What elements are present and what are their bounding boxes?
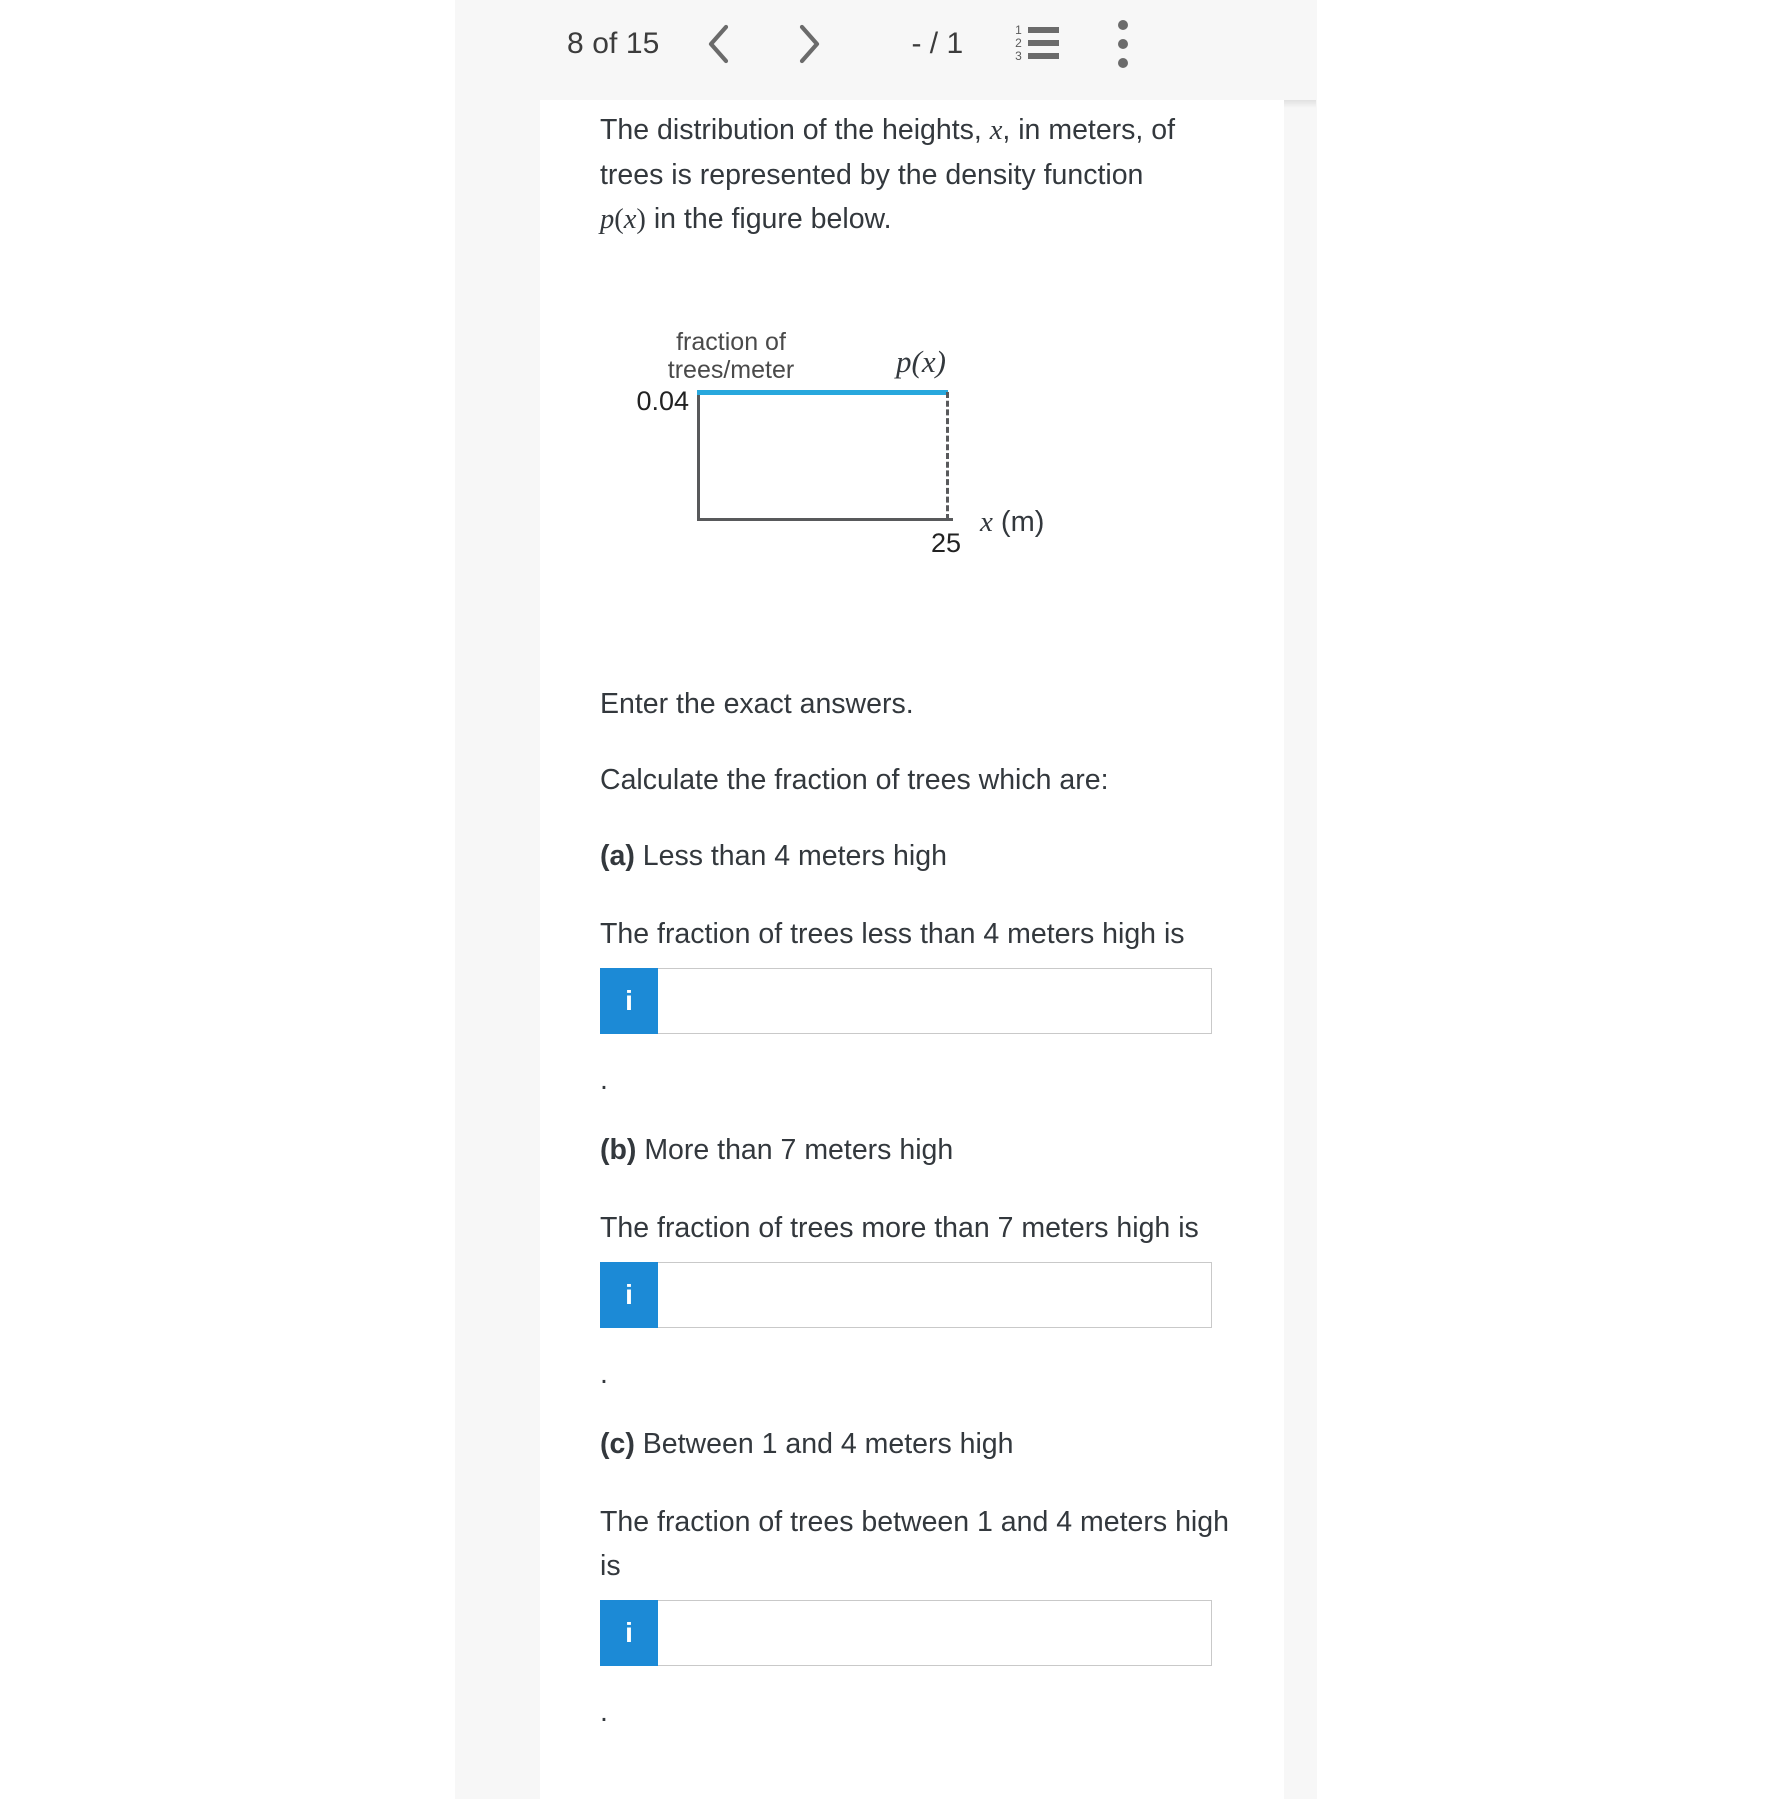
part-a-info-button[interactable]: i <box>600 968 658 1034</box>
score-display: - / 1 <box>911 27 964 60</box>
statement-line-1: The distribution of the heights, x, in m… <box>600 108 1240 153</box>
part-a-answer-row: i <box>600 968 1212 1034</box>
x-axis-tick-label: 25 <box>930 528 962 558</box>
y-axis-tick-label: 0.04 <box>636 386 689 416</box>
part-b: (b) More than 7 meters high The fraction… <box>600 1128 1240 1394</box>
y-axis-line <box>697 390 700 520</box>
part-c-label: (c) <box>600 1428 635 1460</box>
curve-label-paren-open: ( <box>911 344 922 379</box>
variable-x: x <box>989 115 1003 146</box>
variable-x: x <box>623 204 637 235</box>
curve-label-paren-close: ) <box>935 344 946 379</box>
navigation-controls <box>691 16 837 72</box>
numbered-list-digit: 2 <box>1015 36 1022 50</box>
density-function-figure: fraction of trees/meter p(x) 0.04 25 x (… <box>606 328 1066 598</box>
part-a-prompt: The fraction of trees less than 4 meters… <box>600 918 1185 950</box>
paren-close: ) <box>636 204 646 235</box>
part-b-prompt: The fraction of trees more than 7 meters… <box>600 1212 1199 1244</box>
numbered-list-digit: 1 <box>1015 23 1022 37</box>
statement-line-2: trees is represented by the density func… <box>600 159 1144 191</box>
question-list-button[interactable]: 1 2 3 <box>1011 18 1063 70</box>
part-b-title: (b) More than 7 meters high <box>600 1128 1240 1172</box>
y-axis-label: fraction of trees/meter <box>636 328 826 384</box>
curve-label-fn: p <box>896 344 912 379</box>
chevron-left-icon <box>709 24 729 64</box>
more-options-icon <box>1118 20 1129 68</box>
paren-open: ( <box>614 204 624 235</box>
x-axis-unit: (m) <box>992 506 1045 538</box>
part-b-answer-row: i <box>600 1262 1212 1328</box>
statement-line-3: p(x) in the figure below. <box>600 197 1240 242</box>
part-c-title-text: Between 1 and 4 meters high <box>642 1428 1014 1460</box>
previous-question-button[interactable] <box>691 16 747 72</box>
part-b-info-button[interactable]: i <box>600 1262 658 1328</box>
statement-text: The distribution of the heights, <box>600 114 990 146</box>
more-options-button[interactable] <box>1097 18 1149 70</box>
part-a-title: (a) Less than 4 meters high <box>600 834 1240 878</box>
part-a-label: (a) <box>600 840 635 872</box>
page-counter: 8 of 15 <box>567 27 660 60</box>
part-a-answer-input[interactable] <box>658 968 1212 1034</box>
x-axis-variable: x <box>980 506 993 538</box>
density-curve <box>697 390 948 395</box>
dashed-drop-line <box>946 392 949 520</box>
question-statement: The distribution of the heights, x, in m… <box>600 108 1240 242</box>
calculate-instruction: Calculate the fraction of trees which ar… <box>600 764 1109 796</box>
part-c-info-button[interactable]: i <box>600 1600 658 1666</box>
part-b-label: (b) <box>600 1134 637 1166</box>
x-axis-label: x (m) <box>980 506 1044 539</box>
curve-label-var: x <box>921 344 936 379</box>
part-b-answer-input[interactable] <box>658 1262 1212 1328</box>
statement-text: , in meters, of <box>1002 114 1176 146</box>
y-axis-label-line1: fraction of <box>676 328 786 356</box>
part-c-answer-input[interactable] <box>658 1600 1212 1666</box>
part-b-trailing-period: . <box>600 1358 608 1390</box>
numbered-list-bar <box>1028 27 1060 33</box>
numbered-list-digit: 3 <box>1015 49 1022 63</box>
part-a: (a) Less than 4 meters high The fraction… <box>600 834 1240 1100</box>
part-c: (c) Between 1 and 4 meters high The frac… <box>600 1422 1240 1732</box>
question-content: The distribution of the heights, x, in m… <box>600 108 1240 1732</box>
part-b-title-text: More than 7 meters high <box>644 1134 954 1166</box>
numbered-list-icon: 1 2 3 <box>1015 23 1060 63</box>
x-axis-line <box>697 518 953 521</box>
part-c-trailing-period: . <box>600 1696 608 1728</box>
page-root: 8 of 15 - / 1 1 2 3 The distribution of … <box>0 0 1787 1799</box>
numbered-list-bar <box>1028 53 1060 59</box>
numbered-list-bar <box>1028 40 1060 46</box>
question-toolbar: 8 of 15 - / 1 1 2 3 <box>540 0 1316 100</box>
part-a-trailing-period: . <box>600 1064 608 1096</box>
curve-label: p(x) <box>896 344 946 380</box>
part-c-answer-row: i <box>600 1600 1212 1666</box>
part-c-title: (c) Between 1 and 4 meters high <box>600 1422 1240 1466</box>
chevron-right-icon <box>800 24 820 64</box>
statement-text: in the figure below. <box>645 203 892 235</box>
y-axis-label-line2: trees/meter <box>667 356 795 384</box>
part-a-title-text: Less than 4 meters high <box>642 840 947 872</box>
exact-answers-note: Enter the exact answers. <box>600 688 914 720</box>
question-sheet: The distribution of the heights, x, in m… <box>540 100 1284 1799</box>
next-question-button[interactable] <box>781 16 837 72</box>
part-c-prompt: The fraction of trees between 1 and 4 me… <box>600 1506 1229 1582</box>
function-p: p <box>600 204 615 235</box>
